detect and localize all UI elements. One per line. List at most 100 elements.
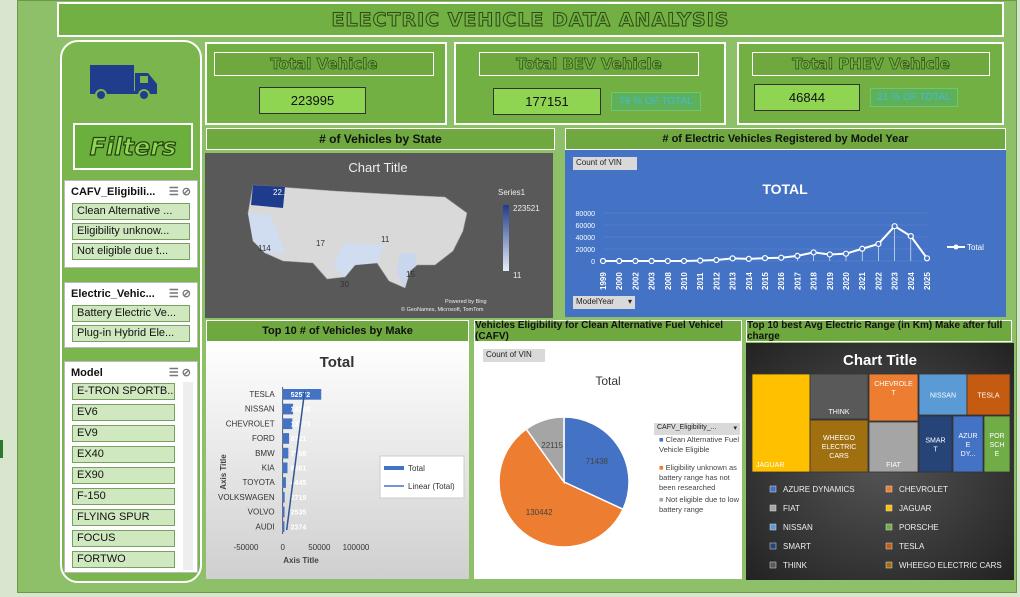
slicer-item[interactable]: FLYING SPUR xyxy=(72,509,175,526)
legend-swatch xyxy=(769,542,777,550)
slicer-item[interactable]: EX40 xyxy=(72,446,175,463)
pie-legend-item: ■ Clean Alternative Fuel Vehicle Eligibl… xyxy=(659,435,741,455)
x-tick-label: 2025 xyxy=(923,272,932,290)
slicer-item[interactable]: FOCUS xyxy=(72,530,175,547)
bar xyxy=(282,462,288,474)
x-tick-label: 2000 xyxy=(615,272,624,290)
slicer-item[interactable]: E-TRON SPORTB... xyxy=(72,383,175,400)
treemap-label: THINK xyxy=(829,409,850,416)
header-make: Top 10 # of Vehicles by Make xyxy=(206,320,469,342)
slicer-item[interactable]: Not eligible due t... xyxy=(72,243,190,260)
map-chart[interactable]: Chart Title 22.. 114 17 11 30 15 Series1… xyxy=(205,153,553,318)
data-point xyxy=(713,256,720,264)
treemap-label: E xyxy=(966,442,971,449)
year-line-chart[interactable]: Count of VIN ModelYear ▾ TOTAL Total 8000… xyxy=(565,150,1006,317)
pie-legend-label: Eligibility unknown as battery range has… xyxy=(659,463,737,492)
slicer-ev-type[interactable]: Electric_Vehic... ☰ ⊘ Battery Electric Ve… xyxy=(64,282,198,348)
clear-filter-icon[interactable]: ☰ ⊘ xyxy=(169,366,191,379)
slicer-item[interactable]: FORTWO xyxy=(72,551,175,568)
kpi-total-bev: Total BEV Vehicle 177151 79 % OF TOTAL xyxy=(454,42,726,125)
dashboard-title-banner: ELECTRIC VEHICLE DATA ANALYSIS xyxy=(57,2,1004,37)
slicer-item[interactable]: EV9 xyxy=(72,425,175,442)
slicer-item[interactable]: Plug-in Hybrid Ele... xyxy=(72,325,190,342)
category-label: AUDI xyxy=(256,522,275,531)
data-point xyxy=(680,257,688,265)
map-svg: Chart Title 22.. 114 17 11 30 15 Series1… xyxy=(247,160,540,313)
map-credit: © GeoNames, Microsoft, TomTom xyxy=(401,306,484,313)
slicer-item[interactable]: F-150 xyxy=(72,488,175,505)
legend-swatch xyxy=(885,561,893,569)
truck-icon xyxy=(90,65,157,101)
data-point xyxy=(761,255,769,262)
x-tick-label: 2024 xyxy=(907,272,916,290)
row-marker xyxy=(0,440,3,458)
bar xyxy=(282,447,289,459)
treemap-label: CHEVROLE xyxy=(874,381,913,388)
map-credit: Powered by Bing xyxy=(445,299,487,305)
x-tick-label: 2011 xyxy=(696,272,705,290)
data-point xyxy=(826,251,833,258)
map-scale-max: 223521 xyxy=(513,204,540,213)
category-label: TOYOTA xyxy=(243,478,276,487)
pie-legend: ■ Clean Alternative Fuel Vehicle Eligibl… xyxy=(659,435,741,515)
slicer-item[interactable]: EV6 xyxy=(72,404,175,421)
x-tick-label: 50000 xyxy=(308,543,331,552)
count-vin-button[interactable]: Count of VIN xyxy=(483,349,545,362)
x-tick-label: 2023 xyxy=(891,272,900,290)
data-label: 2719 xyxy=(291,495,307,502)
pie-title: Total xyxy=(595,374,620,388)
data-point xyxy=(632,257,639,265)
treemap-label: TESLA xyxy=(977,393,1000,400)
legend-swatch xyxy=(769,523,777,531)
legend-swatch xyxy=(769,504,777,512)
y-tick-label: 40000 xyxy=(576,235,596,242)
make-svg: Total Axis Title Axis Title Total Linear… xyxy=(218,354,465,565)
legend-swatch-icon: ■ xyxy=(659,495,664,504)
treemap-legend-label: FIAT xyxy=(783,504,800,513)
slicer-item[interactable]: EX90 xyxy=(72,467,175,484)
treemap-label: DY... xyxy=(961,451,976,458)
slicer-scrollbar[interactable] xyxy=(183,382,193,570)
x-tick-label: 2018 xyxy=(810,272,819,290)
x-tick-label: 2012 xyxy=(712,272,721,290)
map-label: 22.. xyxy=(273,188,286,197)
legend-swatch xyxy=(769,561,777,569)
treemap-label: SMAR xyxy=(925,438,945,445)
multi-select-icon[interactable]: ☰ ⊘ xyxy=(169,185,191,198)
clear-filter-icon[interactable]: ☰ ⊘ xyxy=(169,287,191,300)
make-legend-total: Total xyxy=(408,464,425,473)
treemap-legend-label: NISSAN xyxy=(783,523,813,532)
slicer-cafv-title: CAFV_Eligibili... xyxy=(71,185,156,198)
slice-label: 71438 xyxy=(586,457,609,466)
cafv-pie-chart[interactable]: Count of VIN CAFV_Eligibility_... ▾ Total… xyxy=(474,342,742,579)
legend-marker xyxy=(953,244,959,250)
slice-label: 130442 xyxy=(526,508,553,517)
treemap-legend-label: SMART xyxy=(783,542,811,551)
kpi-phev-pct: 21 % OF TOTAL xyxy=(870,88,958,107)
bar xyxy=(282,477,286,488)
x-tick-label: 2010 xyxy=(680,272,689,290)
data-point xyxy=(697,257,704,264)
slicer-item[interactable]: Battery Electric Ve... xyxy=(72,305,190,322)
treemap-label: T xyxy=(891,390,896,397)
x-tick-label: 2013 xyxy=(729,272,738,290)
x-tick-label: 2016 xyxy=(777,272,786,290)
treemap-label: AZUR xyxy=(958,433,977,440)
x-tick-label: 2015 xyxy=(761,272,770,290)
year-chart-title: TOTAL xyxy=(762,181,808,197)
make-bar-chart[interactable]: Total Axis Title Axis Title Total Linear… xyxy=(206,342,469,579)
y-tick-label: 60000 xyxy=(576,223,596,230)
x-tick-label: 0 xyxy=(280,543,285,552)
treemap-label: WHEEGO xyxy=(823,435,855,442)
slicer-item[interactable]: Eligibility unknow... xyxy=(72,223,190,240)
range-treemap[interactable]: Chart Title JAGUAR THINK WHEEGO ELECTRIC CAR… xyxy=(746,343,1014,580)
treemap-legend-label: CHEVROLET xyxy=(899,485,948,494)
slicer-item[interactable]: Clean Alternative ... xyxy=(72,203,190,220)
slicer-model[interactable]: Model ☰ ⊘ E-TRON SPORTB... EV6 EV9 EX40 E… xyxy=(64,361,198,573)
treemap-label: T xyxy=(933,447,938,454)
dropdown-arrow-icon: ▾ xyxy=(733,425,737,432)
cafv-filter-button[interactable]: CAFV_Eligibility_... ▾ xyxy=(654,423,740,435)
category-label: CHEVROLET xyxy=(226,419,275,428)
category-label: BMW xyxy=(255,449,275,458)
slicer-cafv[interactable]: CAFV_Eligibili... ☰ ⊘ Clean Alternative .… xyxy=(64,180,198,268)
